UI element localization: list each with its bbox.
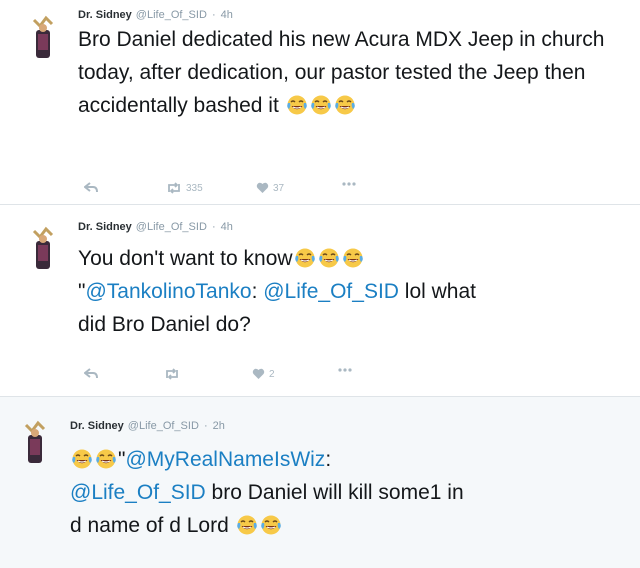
tweet-text: "@MyRealNameIsWiz: @Life_Of_SID bro Dani… (70, 443, 630, 542)
tweet-3[interactable]: Dr. Sidney @Life_Of_SID · 2h "@MyRealName… (0, 397, 640, 568)
avatar[interactable] (26, 14, 60, 62)
tweet-time[interactable]: 2h (213, 420, 225, 432)
face-with-tears-of-joy-icon (310, 95, 331, 115)
tweet-actions: 335 37 (84, 182, 384, 198)
retweet-count: 335 (186, 182, 203, 194)
tweet-text-content: You don't want to know (78, 247, 293, 270)
reply-icon (84, 182, 98, 193)
quote-separator: : (251, 280, 264, 303)
author-handle[interactable]: @Life_Of_SID (128, 420, 199, 432)
quote-text: did Bro Daniel do? (78, 313, 251, 336)
avatar[interactable] (26, 225, 60, 273)
author-name[interactable]: Dr. Sidney (70, 420, 124, 432)
quote-separator: : (325, 448, 332, 471)
face-with-tears-of-joy-icon (260, 515, 281, 535)
retweet-icon (166, 368, 178, 380)
like-button[interactable]: 37 (256, 182, 284, 194)
author-handle[interactable]: @Life_Of_SID (136, 9, 207, 21)
tweet-text: Bro Daniel dedicated his new Acura MDX J… (78, 23, 618, 122)
reply-button[interactable] (84, 368, 98, 380)
tweet-actions: 2 (84, 368, 384, 384)
emoji-group (235, 514, 283, 537)
like-button[interactable]: 2 (252, 368, 275, 380)
retweet-button[interactable] (164, 368, 180, 380)
emoji-group (293, 247, 365, 270)
like-count: 2 (269, 368, 275, 380)
face-with-tears-of-joy-icon (318, 248, 339, 268)
more-icon (338, 368, 352, 372)
more-button[interactable] (338, 368, 352, 372)
like-count: 37 (273, 182, 285, 194)
tweet-text: You don't want to know "@TankolinoTanko:… (78, 242, 628, 341)
like-icon (252, 368, 265, 379)
tweet-time[interactable]: 4h (221, 221, 233, 233)
face-with-tears-of-joy-icon (342, 248, 363, 268)
face-with-tears-of-joy-icon (294, 248, 315, 268)
mention-link[interactable]: @TankolinoTanko (85, 280, 251, 303)
tweet-text-content: bro Daniel will kill some1 in (205, 481, 464, 504)
reply-button[interactable] (84, 182, 98, 194)
face-with-tears-of-joy-icon (286, 95, 307, 115)
face-with-tears-of-joy-icon (72, 449, 92, 469)
mention-link[interactable]: @Life_Of_SID (263, 280, 399, 303)
emoji-group (285, 94, 357, 117)
mention-link[interactable]: @Life_Of_SID (70, 481, 206, 504)
tweet-2[interactable]: Dr. Sidney @Life_Of_SID · 4h You don't wa… (0, 205, 640, 397)
like-icon (256, 182, 269, 193)
mention-link[interactable]: @MyRealNameIsWiz (125, 448, 325, 471)
face-with-tears-of-joy-icon (334, 95, 355, 115)
avatar[interactable] (18, 419, 52, 467)
quote-text: lol what (398, 280, 476, 303)
face-with-tears-of-joy-icon (236, 515, 257, 535)
retweet-button[interactable]: 335 (166, 182, 203, 194)
emoji-group (70, 448, 118, 471)
retweet-icon (168, 182, 180, 194)
tweet-1[interactable]: Dr. Sidney @Life_Of_SID · 4h Bro Daniel d… (0, 0, 640, 205)
tweet-time[interactable]: 4h (221, 9, 233, 21)
author-handle[interactable]: @Life_Of_SID (136, 221, 207, 233)
face-with-tears-of-joy-icon (96, 449, 116, 469)
tweet-text-content: d name of d Lord (70, 514, 229, 537)
author-name[interactable]: Dr. Sidney (78, 9, 132, 21)
author-name[interactable]: Dr. Sidney (78, 221, 132, 233)
more-button[interactable] (342, 182, 356, 186)
more-icon (342, 182, 356, 186)
reply-icon (84, 368, 98, 379)
